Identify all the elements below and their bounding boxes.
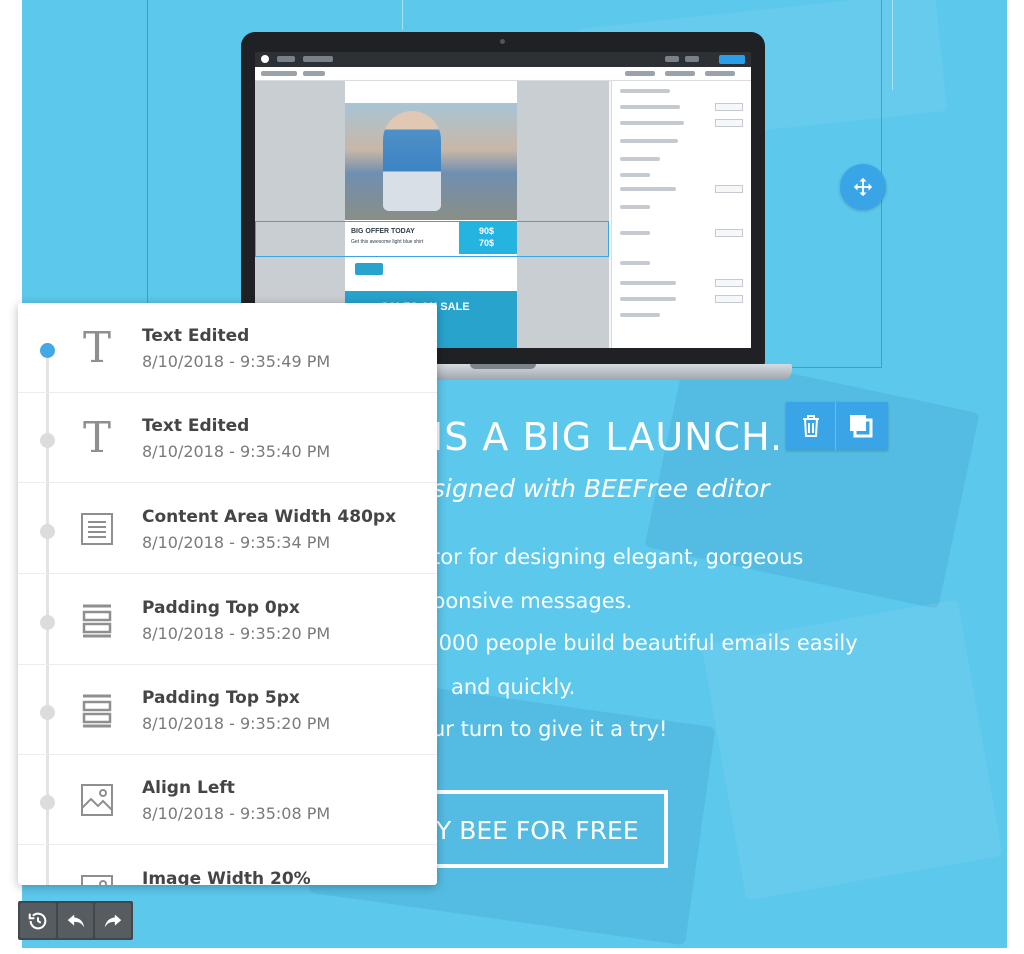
history-dot — [40, 433, 55, 448]
move-handle-icon[interactable] — [840, 164, 886, 210]
history-item[interactable]: T Text Edited 8/10/2018 - 9:35:49 PM — [18, 303, 437, 393]
hero-body-line[interactable]: ,000 people build beautiful emails easil… — [432, 631, 858, 655]
history-item-time: 8/10/2018 - 9:35:34 PM — [142, 533, 331, 552]
editor-topbar — [255, 52, 751, 67]
history-item-label: Padding Top 5px — [142, 688, 300, 708]
trash-icon — [802, 415, 819, 437]
padding-icon — [76, 689, 118, 731]
undo-icon — [67, 914, 84, 927]
hero-title[interactable]: IS A BIG LAUNCH. — [432, 415, 783, 459]
history-item-label: Content Area Width 480px — [142, 507, 397, 527]
image-icon — [76, 870, 118, 885]
hero-body-line[interactable]: tor for designing elegant, gorgeous — [432, 545, 803, 569]
image-icon — [76, 779, 118, 821]
laptop-camera — [500, 39, 505, 44]
laptop-notch — [470, 364, 536, 369]
history-dot — [40, 705, 55, 720]
email-row-selection — [255, 221, 609, 257]
history-dot — [40, 795, 55, 810]
history-item-label: Text Edited — [142, 326, 250, 346]
padding-icon — [76, 599, 118, 641]
history-item-label: Padding Top 0px — [142, 598, 300, 618]
hero-body-line[interactable]: ponsive messages. — [432, 589, 632, 613]
history-panel: T Text Edited 8/10/2018 - 9:35:49 PM T T… — [18, 303, 437, 885]
text-icon: T — [82, 413, 111, 462]
duplicate-icon — [850, 415, 873, 438]
redo-icon — [104, 914, 122, 927]
hero-subtitle[interactable]: signed with BEEFree editor — [432, 474, 770, 503]
history-item[interactable]: Padding Top 0px 8/10/2018 - 9:35:20 PM — [18, 575, 437, 665]
history-item-time: 8/10/2018 - 9:35:20 PM — [142, 714, 331, 733]
delete-row-button[interactable] — [786, 402, 836, 450]
content-area-icon — [76, 508, 118, 550]
history-item[interactable]: Image Width 20% — [18, 846, 437, 885]
history-item-label: Image Width 20% — [142, 869, 311, 885]
history-item-label: Text Edited — [142, 416, 250, 436]
history-button[interactable] — [20, 903, 56, 938]
row-actions — [786, 402, 888, 450]
history-item[interactable]: Content Area Width 480px 8/10/2018 - 9:3… — [18, 484, 437, 574]
history-item-time: 8/10/2018 - 9:35:20 PM — [142, 624, 331, 643]
guide-line — [892, 0, 893, 90]
history-item-time: 8/10/2018 - 9:35:49 PM — [142, 352, 331, 371]
email-model-figure — [383, 111, 441, 211]
history-item-time: 8/10/2018 - 9:35:08 PM — [142, 804, 331, 823]
redo-button[interactable] — [95, 903, 132, 938]
history-item[interactable]: Align Left 8/10/2018 - 9:35:08 PM — [18, 755, 437, 845]
history-icon — [28, 912, 47, 929]
hero-body-line[interactable]: ur turn to give it a try! — [432, 717, 667, 741]
duplicate-row-button[interactable] — [836, 402, 886, 450]
history-dot — [40, 615, 55, 630]
editor-toolbar — [255, 67, 751, 81]
page: BIG OFFER TODAY Get this awesome light b… — [0, 0, 1024, 954]
hero-body-line[interactable]: and quickly. — [451, 675, 575, 699]
cta-button-label: Y BEE FOR FREE — [436, 816, 639, 845]
email-button — [355, 263, 383, 275]
history-dot — [40, 524, 55, 539]
history-item-time: 8/10/2018 - 9:35:40 PM — [142, 442, 331, 461]
text-icon: T — [82, 323, 111, 372]
history-dot-active — [40, 343, 55, 358]
cta-button[interactable]: Y BEE FOR FREE — [400, 790, 668, 868]
history-toolbar — [18, 901, 133, 940]
history-item-label: Align Left — [142, 778, 235, 798]
undo-button[interactable] — [57, 903, 94, 938]
history-item[interactable]: T Text Edited 8/10/2018 - 9:35:40 PM — [18, 393, 437, 483]
editor-properties-panel — [611, 81, 751, 348]
history-item[interactable]: Padding Top 5px 8/10/2018 - 9:35:20 PM — [18, 665, 437, 755]
